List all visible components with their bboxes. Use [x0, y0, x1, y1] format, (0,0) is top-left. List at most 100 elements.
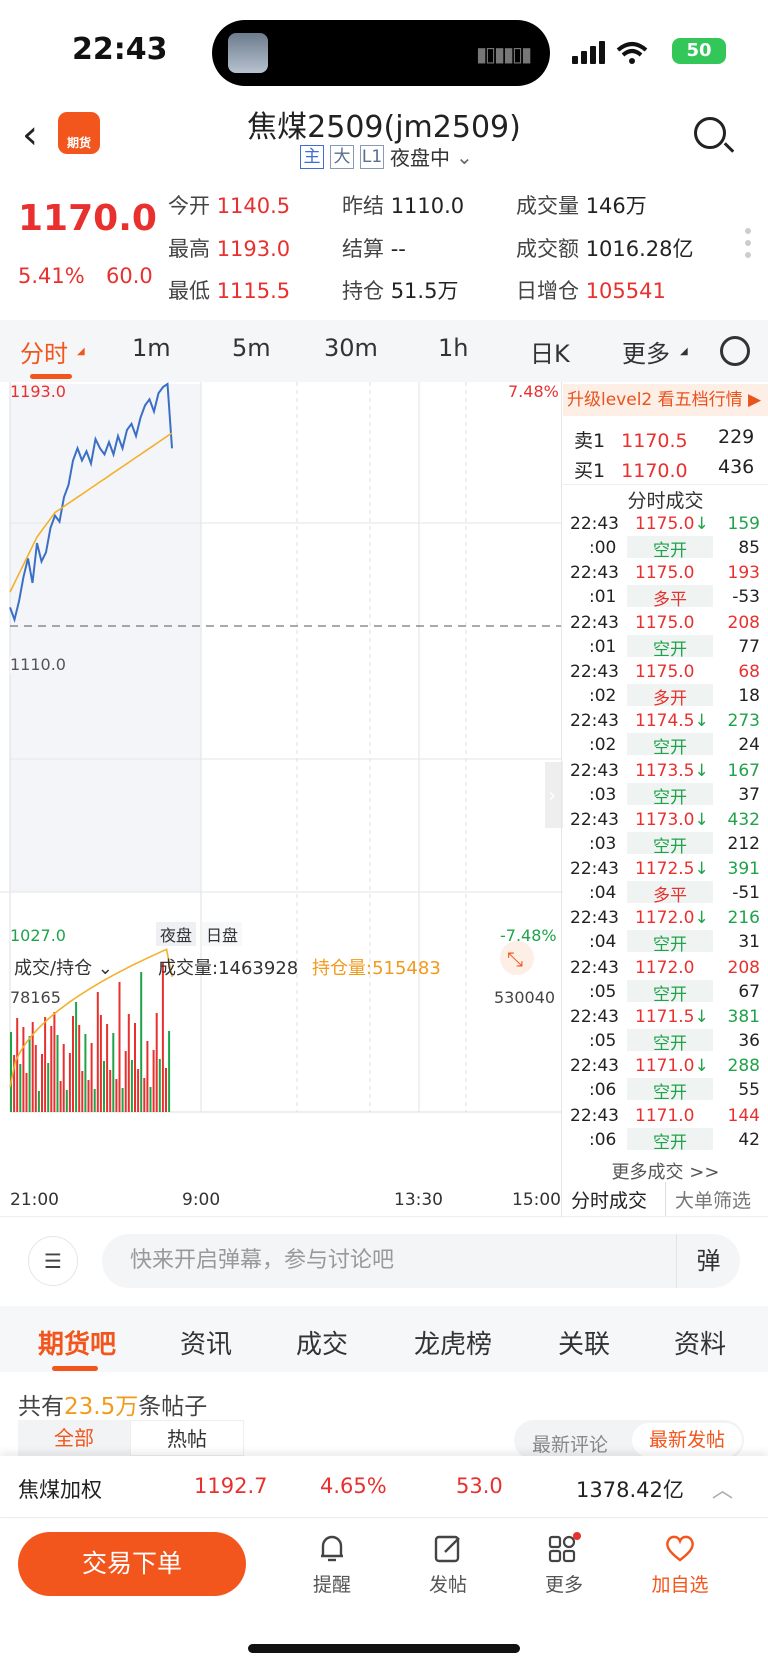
trades-title: 分时成交 — [627, 490, 704, 512]
ask-1-row: 卖1 1170.5 229 — [574, 426, 755, 452]
danmu-settings-icon[interactable]: ☰ — [28, 1236, 78, 1286]
tab-large-orders[interactable]: 大单筛选 — [675, 1186, 751, 1213]
tab-more[interactable]: 更多 — [622, 334, 670, 369]
volume-bar — [168, 1031, 171, 1112]
trade-type: 多平 — [627, 881, 713, 906]
filter-hot[interactable]: 热帖 — [130, 1420, 244, 1456]
trade-price: 1174.5↓ — [635, 711, 709, 732]
trade-row: 22:43:01 1175.0 193 多平 -53 — [563, 561, 768, 610]
volume-indicator-select[interactable]: 成交/持仓 ⌄ — [14, 954, 113, 980]
tab-30m[interactable]: 30m — [324, 334, 378, 362]
volume-bar — [65, 1090, 68, 1112]
nav-alerts[interactable]: 提醒 — [302, 1532, 362, 1597]
more-options-icon[interactable] — [745, 228, 751, 264]
trade-seconds: :05 — [589, 981, 617, 1002]
tab-daily-k[interactable]: 日K — [530, 334, 570, 369]
trade-qty: 273 — [727, 711, 760, 732]
gear-icon[interactable] — [720, 336, 750, 366]
trade-seconds: :03 — [589, 784, 617, 805]
index-amount: 1378.42亿 — [576, 1478, 684, 1502]
volume-bar — [134, 1023, 136, 1112]
trade-row: 22:43:05 1172.0 208 空开 67 — [563, 956, 768, 1005]
nav-add-watchlist[interactable]: 加自选 — [650, 1532, 710, 1597]
tab-1h[interactable]: 1h — [438, 334, 468, 362]
trade-time: 22:43 — [570, 514, 619, 534]
trade-row: 22:43:02 1175.0 68 多开 18 — [563, 660, 768, 709]
volume-bar — [99, 1015, 102, 1112]
trade-oi-change: 24 — [738, 735, 760, 756]
volume-bar — [68, 1053, 71, 1112]
tab-related[interactable]: 关联 — [558, 1324, 610, 1361]
trade-qty: 391 — [727, 859, 760, 880]
volume-bar — [10, 1032, 12, 1112]
trade-seconds: :05 — [589, 1031, 617, 1051]
trade-seconds: :01 — [589, 636, 617, 657]
volume-bars — [10, 962, 171, 1112]
trade-seconds: :04 — [589, 883, 617, 904]
trade-type: 空开 — [627, 634, 713, 660]
vol-right-label: 530040 — [494, 988, 556, 1007]
night-session-label: 夜盘 — [156, 922, 197, 946]
trade-oi-change: 77 — [738, 636, 760, 657]
volume-bar — [81, 1071, 84, 1112]
tab-rankings[interactable]: 龙虎榜 — [414, 1324, 492, 1361]
search-icon[interactable] — [694, 117, 726, 149]
tab-underline — [52, 1366, 98, 1371]
trade-type: 多开 — [627, 683, 713, 709]
grid-icon — [548, 1532, 581, 1563]
trade-price: 1171.0 — [635, 1105, 695, 1126]
tab-5m[interactable]: 5m — [232, 334, 271, 362]
trade-price: 1172.5↓ — [635, 859, 709, 880]
tab-1m[interactable]: 1m — [132, 334, 171, 362]
level2-upgrade-banner[interactable]: 升级level2 看五档行情 ▶ — [563, 384, 768, 416]
trade-qty: 432 — [727, 809, 760, 830]
tab-intraday[interactable]: 分时 — [20, 334, 68, 369]
trade-time: 22:43 — [570, 1105, 619, 1126]
trade-qty: 288 — [727, 1056, 760, 1077]
danmu-input[interactable]: 快来开启弹幕，参与讨论吧 弹 — [102, 1234, 740, 1288]
level1-tag: L1 — [360, 144, 384, 169]
filter-all[interactable]: 全部 — [18, 1420, 130, 1456]
volume-bar — [96, 992, 99, 1112]
tab-intraday-trades[interactable]: 分时成交 — [571, 1186, 647, 1213]
nav-post[interactable]: 发帖 — [418, 1532, 478, 1597]
tab-profile[interactable]: 资料 — [674, 1324, 726, 1361]
contract-tags: 主 大 L1 夜盘中 ⌄ — [300, 142, 473, 171]
volume-bar — [165, 1068, 167, 1112]
chevron-right-icon: › — [548, 783, 556, 807]
home-indicator — [248, 1644, 520, 1653]
trade-time: 22:43 — [570, 760, 619, 781]
trade-qty: 208 — [727, 612, 760, 633]
volume-bar — [59, 1081, 62, 1112]
y-bottom-pct: -7.48% — [500, 926, 557, 945]
danmu-toggle-button[interactable]: 弹 — [676, 1234, 740, 1288]
chevron-up-icon[interactable]: ︿ — [712, 1474, 733, 1504]
trade-order-button[interactable]: 交易下单 — [18, 1532, 246, 1596]
trade-price: 1172.0 — [635, 957, 695, 978]
divider — [0, 1216, 768, 1217]
trade-price: 1172.0↓ — [635, 908, 709, 929]
chevron-down-icon[interactable]: ⌄ — [456, 145, 473, 169]
session-status[interactable]: 夜盘中 — [390, 142, 450, 171]
tab-forum[interactable]: 期货吧 — [38, 1324, 116, 1361]
trade-type: 空开 — [627, 831, 713, 857]
more-trades-link[interactable]: 更多成交 >> — [563, 1158, 768, 1184]
intraday-chart[interactable]: › ⤡ — [0, 382, 563, 1212]
trade-qty: 216 — [727, 908, 760, 929]
tab-news[interactable]: 资讯 — [180, 1324, 232, 1361]
status-time: 22:43 — [72, 32, 168, 67]
trade-oi-change: 31 — [738, 932, 760, 953]
avatar — [228, 33, 268, 73]
bid-1-row: 买1 1170.0 436 — [574, 456, 755, 482]
low-field: 最低 1115.5 — [168, 279, 291, 303]
period-tabs: 分时 ◢ 1m 5m 30m 1h 日K 更多 ◢ — [0, 320, 768, 382]
trade-time: 22:43 — [570, 859, 619, 880]
sort-latest-comment[interactable]: 最新评论 — [532, 1430, 608, 1457]
tab-trades[interactable]: 成交 — [296, 1324, 348, 1361]
nav-more[interactable]: 更多 — [534, 1532, 594, 1597]
high-field: 最高 1193.0 — [168, 237, 291, 261]
x-tick-2100: 21:00 — [10, 1190, 59, 1210]
volume-bar — [152, 1050, 155, 1112]
sort-latest-post[interactable]: 最新发帖 — [632, 1423, 742, 1457]
weighted-index-bar[interactable]: 焦煤加权 1192.7 4.65% 53.0 1378.42亿 ︿ — [0, 1456, 768, 1518]
